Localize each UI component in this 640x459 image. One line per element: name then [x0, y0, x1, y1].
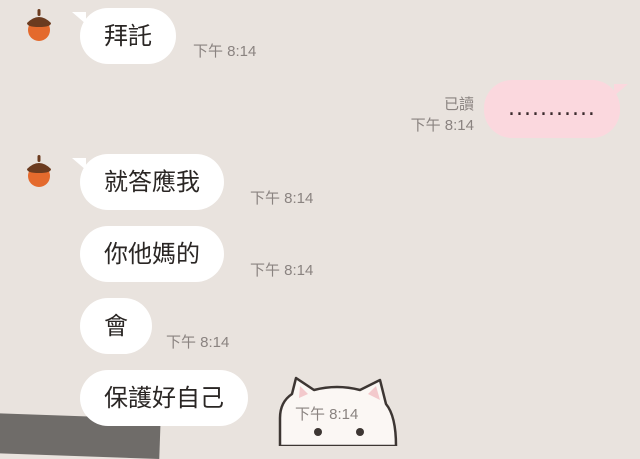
- message-time: 下午 8:14: [193, 43, 257, 60]
- message-text: ...........: [508, 96, 596, 121]
- message-bubble[interactable]: 拜託: [72, 8, 176, 64]
- message-time: 下午 8:14: [166, 334, 230, 351]
- message-bubble-own[interactable]: ...........: [484, 80, 628, 138]
- message-time: 下午 8:14: [250, 262, 314, 279]
- message-text: 你他媽的: [104, 240, 200, 268]
- message-time: 下午 8:14: [250, 190, 314, 207]
- acorn-avatar-icon[interactable]: [24, 6, 54, 42]
- message-bubble[interactable]: 保護好自己: [80, 370, 248, 426]
- message-bubble[interactable]: 會: [80, 298, 152, 354]
- message-text: 拜託: [104, 22, 152, 50]
- acorn-avatar-icon[interactable]: [24, 152, 54, 188]
- message-time: 下午 8:14: [410, 117, 474, 134]
- message-text: 就答應我: [104, 168, 200, 196]
- message-text: 會: [104, 312, 128, 340]
- message-bubble[interactable]: 就答應我: [72, 154, 224, 210]
- message-bubble[interactable]: 你他媽的: [80, 226, 224, 282]
- message-time: 下午 8:14: [295, 406, 359, 423]
- message-text: 保護好自己: [104, 384, 224, 412]
- read-receipt: 已讀: [443, 96, 474, 113]
